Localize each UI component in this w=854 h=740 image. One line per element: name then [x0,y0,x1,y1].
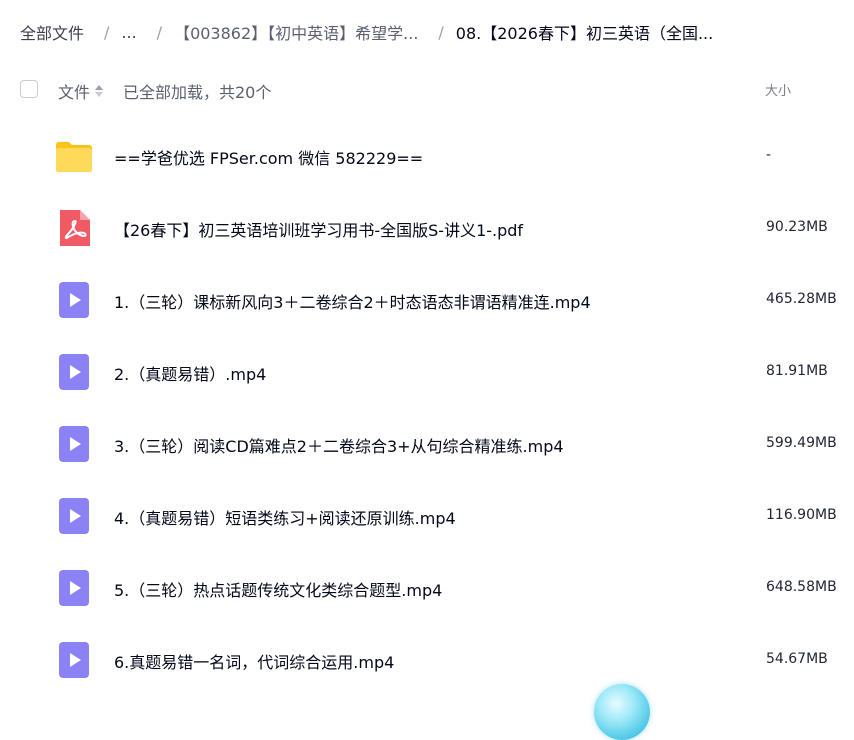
file-name[interactable]: 【26春下】初三英语培训班学习用书-全国版S-讲义1-.pdf [114,217,523,241]
file-row[interactable]: 2.（真题易错）.mp4 81.91MB [0,336,854,408]
video-icon [59,354,89,390]
file-size: - [766,147,772,163]
load-status: 已全部加载，共20个 [123,83,272,102]
sort-icon[interactable] [95,85,104,97]
file-name[interactable]: ==学爸优选 FPSer.com 微信 582229== [114,145,423,169]
file-name[interactable]: 5.（三轮）热点话题传统文化类综合题型.mp4 [114,577,442,601]
file-name[interactable]: 3.（三轮）阅读CD篇难点2＋二卷综合3+从句综合精准练.mp4 [114,433,564,457]
breadcrumb-current-folder: 08.【2026春下】初三英语（全国... [455,24,714,43]
file-row[interactable]: 3.（三轮）阅读CD篇难点2＋二卷综合3+从句综合精准练.mp4 599.49M… [0,408,854,480]
file-row[interactable]: ==学爸优选 FPSer.com 微信 582229== - [0,120,854,192]
breadcrumb-parent-folder[interactable]: 【003862】【初中英语】希望学... [174,20,418,44]
file-size: 90.23MB [766,219,828,235]
file-row[interactable]: 5.（三轮）热点话题传统文化类综合题型.mp4 648.58MB [0,552,854,624]
breadcrumb-separator: / [104,22,110,42]
file-size: 81.91MB [766,363,828,379]
video-icon [59,570,89,606]
file-size: 54.67MB [766,651,828,667]
file-list: ==学爸优选 FPSer.com 微信 582229== - 【26春下】初三英… [0,120,854,696]
folder-icon [56,142,92,172]
assistant-bubble-icon[interactable] [594,684,650,740]
pdf-icon [60,210,90,246]
column-header-size[interactable]: 大小 [765,80,791,99]
video-icon [59,498,89,534]
file-size: 648.58MB [766,579,837,595]
file-name[interactable]: 6.真题易错一名词，代词综合运用.mp4 [114,649,394,673]
select-all-checkbox[interactable] [20,80,38,98]
breadcrumb-ellipsis[interactable]: ... [121,23,136,42]
column-header-name-label: 文件 [58,83,91,102]
file-size: 599.49MB [766,435,837,451]
breadcrumb-separator: / [438,22,444,42]
file-row[interactable]: 【26春下】初三英语培训班学习用书-全国版S-讲义1-.pdf 90.23MB [0,192,854,264]
file-name[interactable]: 1.（三轮）课标新风向3＋二卷综合2＋时态语态非谓语精准连.mp4 [114,289,591,313]
file-row[interactable]: 1.（三轮）课标新风向3＋二卷综合2＋时态语态非谓语精准连.mp4 465.28… [0,264,854,336]
file-name[interactable]: 2.（真题易错）.mp4 [114,361,266,385]
breadcrumb-root[interactable]: 全部文件 [20,20,84,44]
breadcrumb-separator: / [156,22,163,42]
video-icon [59,642,89,678]
file-size: 465.28MB [766,291,837,307]
video-icon [59,282,89,318]
file-size: 116.90MB [766,507,837,523]
column-header-name[interactable]: 文件 [58,79,104,103]
video-icon [59,426,89,462]
breadcrumb: 全部文件 / ... / 【003862】【初中英语】希望学... / 08.【… [20,18,713,46]
file-row[interactable]: 6.真题易错一名词，代词综合运用.mp4 54.67MB [0,624,854,696]
file-name[interactable]: 4.（真题易错）短语类练习+阅读还原训练.mp4 [114,505,456,529]
file-row[interactable]: 4.（真题易错）短语类练习+阅读还原训练.mp4 116.90MB [0,480,854,552]
